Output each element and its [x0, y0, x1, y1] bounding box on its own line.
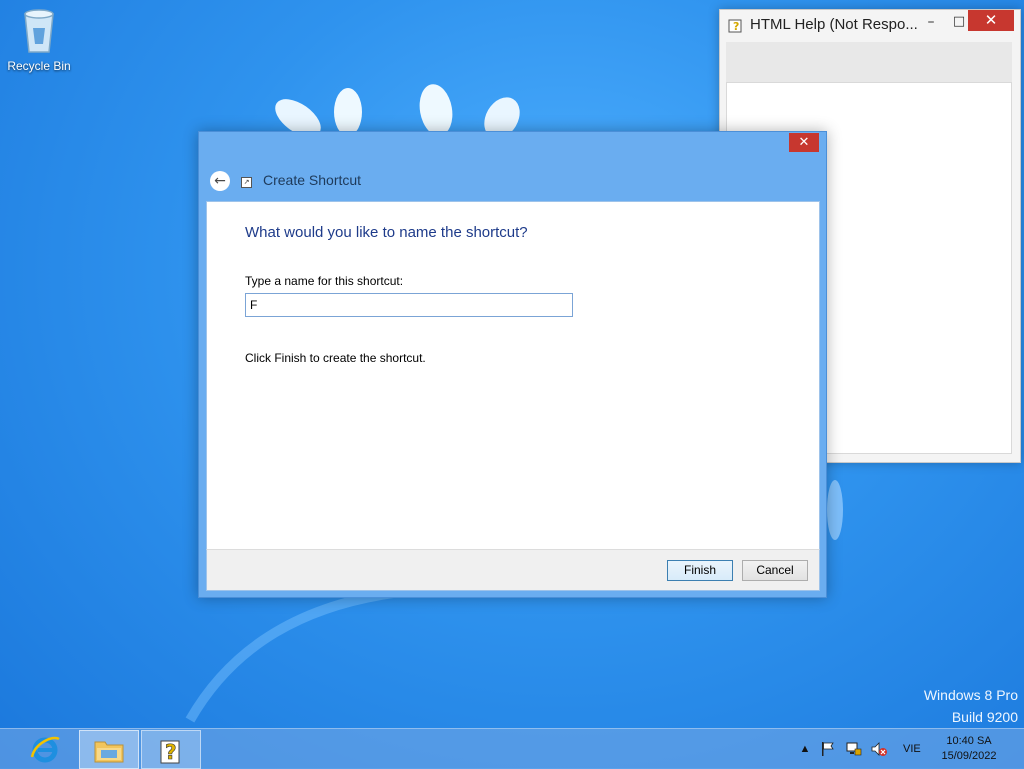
help-minimize-button[interactable]: – — [920, 14, 942, 32]
watermark-build: Build 9200 — [951, 709, 1018, 725]
dialog-title: Create Shortcut — [263, 172, 362, 188]
show-hidden-icons-button[interactable]: ▲ — [798, 729, 812, 769]
folder-icon — [94, 741, 124, 762]
svg-text:?: ? — [733, 20, 739, 33]
taskbar-html-help[interactable]: ? — [141, 730, 201, 769]
taskbar-file-explorer[interactable] — [79, 730, 139, 769]
svg-text:?: ? — [165, 740, 177, 764]
help-window-title: HTML Help (Not Respo... — [750, 16, 918, 33]
dialog-content: What would you like to name the shortcut… — [206, 201, 820, 550]
dialog-heading: What would you like to name the shortcut… — [245, 224, 528, 241]
taskbar: ? ▲ VIE 10:40 SA 15/09/2022 — [0, 728, 1024, 769]
help-close-button[interactable]: ✕ — [968, 10, 1014, 31]
watermark-edition: Windows 8 Pro — [923, 687, 1018, 703]
network-icon[interactable] — [845, 729, 863, 769]
help-toolbar-area — [726, 42, 1012, 82]
help-window-titlebar[interactable]: ? HTML Help (Not Respo... — [728, 16, 918, 33]
help-file-icon: ? — [160, 739, 180, 764]
clock-time: 10:40 SA — [946, 735, 992, 747]
help-maximize-button[interactable]: □ — [948, 14, 970, 32]
help-icon: ? — [728, 19, 742, 33]
taskbar-clock[interactable]: 10:40 SA 15/09/2022 — [936, 729, 1002, 769]
dialog-close-button[interactable]: ✕ — [789, 133, 819, 152]
recycle-bin-shortcut[interactable]: Recycle Bin — [6, 6, 72, 73]
create-shortcut-dialog[interactable]: ✕ ← ↗ Create Shortcut What would you lik… — [198, 131, 827, 598]
shortcut-icon: ↗ — [241, 177, 252, 188]
clock-date: 15/09/2022 — [941, 750, 997, 762]
back-button[interactable]: ← — [210, 171, 230, 191]
windows-watermark: Windows 8 Pro Build 9200 — [924, 684, 1018, 728]
shortcut-name-label: Type a name for this shortcut: — [245, 274, 404, 288]
action-center-flag-icon[interactable] — [820, 729, 836, 769]
recycle-bin-icon — [24, 9, 54, 53]
dialog-footer: Finish Cancel — [206, 549, 820, 591]
volume-muted-icon[interactable] — [870, 729, 888, 769]
finish-hint-text: Click Finish to create the shortcut. — [245, 351, 426, 365]
taskbar-internet-explorer[interactable] — [16, 730, 74, 767]
input-language-indicator[interactable]: VIE — [903, 729, 921, 769]
cancel-button[interactable]: Cancel — [742, 560, 808, 581]
recycle-bin-label: Recycle Bin — [7, 59, 71, 73]
shortcut-name-input[interactable] — [245, 293, 573, 317]
finish-button[interactable]: Finish — [667, 560, 733, 581]
internet-explorer-icon — [30, 736, 60, 762]
